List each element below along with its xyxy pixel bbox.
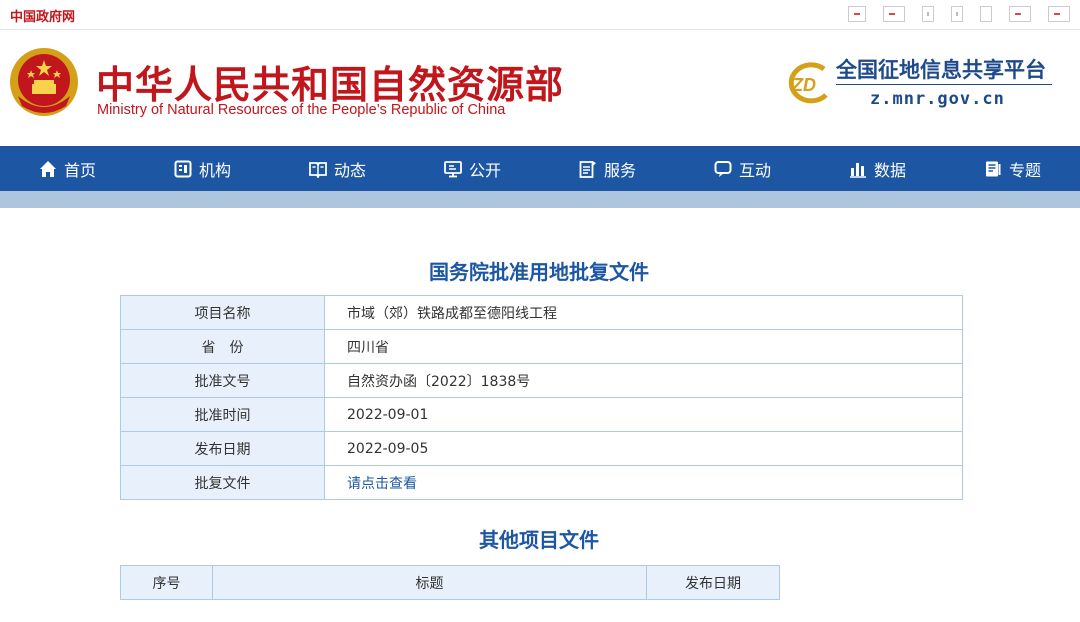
nav-band [0, 191, 1080, 208]
table-header-row: 序号 标题 发布日期 [120, 565, 780, 600]
zd-logo-text: ZD [791, 75, 816, 95]
nav-item-news[interactable]: 动态 [270, 157, 405, 181]
detail-key: 省 份 [120, 329, 325, 364]
table-row: 批准时间 2022-09-01 [120, 397, 963, 432]
table-row: 项目名称 市域（郊）铁路成都至德阳线工程 [120, 295, 963, 330]
platform-url[interactable]: z.mnr.gov.cn [870, 89, 1005, 109]
service-icon [579, 160, 596, 178]
detail-key: 项目名称 [120, 295, 325, 330]
column-header-date: 发布日期 [646, 565, 780, 600]
column-header-index: 序号 [120, 565, 213, 600]
weibo-icon[interactable] [1009, 6, 1031, 22]
gov-site-link[interactable]: 中国政府网 [10, 6, 75, 25]
nav-item-interact[interactable]: 互动 [675, 157, 810, 181]
table-row: 发布日期 2022-09-05 [120, 431, 963, 466]
detail-table: 项目名称 市域（郊）铁路成都至德阳线工程 省 份 四川省 批准文号 自然资办函〔… [120, 295, 963, 500]
chart-icon [849, 162, 866, 178]
nav-label: 公开 [468, 160, 501, 180]
top-bar: 中国政府网 [0, 0, 1080, 30]
detail-value: 市域（郊）铁路成都至德阳线工程 [324, 295, 963, 330]
nav-item-data[interactable]: 数据 [810, 157, 945, 181]
other-files-table: 序号 标题 发布日期 [120, 565, 780, 600]
nav-item-topic[interactable]: 专题 [945, 157, 1080, 181]
nav-label: 机构 [198, 160, 231, 180]
divider-icon [980, 6, 992, 22]
wechat-icon[interactable] [1048, 6, 1070, 22]
detail-heading: 国务院批准用地批复文件 [429, 260, 649, 284]
accessibility-icon[interactable] [848, 6, 866, 22]
table-row: 批复文件 请点击查看 [120, 465, 963, 500]
nav-label: 动态 [333, 160, 366, 180]
open-icon [444, 160, 462, 177]
detail-value: 四川省 [324, 329, 963, 364]
font-size-icon[interactable] [922, 6, 934, 22]
table-row: 批准文号 自然资办函〔2022〕1838号 [120, 363, 963, 398]
news-icon [309, 161, 327, 178]
national-emblem-icon [10, 48, 78, 116]
language-icon[interactable] [951, 6, 963, 22]
nav-item-org[interactable]: 机构 [135, 157, 270, 181]
top-tool-icons [831, 6, 1070, 22]
main-nav: 首页 机构 动态 公开 服务 互动 数据 专题 [0, 146, 1080, 191]
detail-value-cell: 请点击查看 [324, 465, 963, 500]
nav-item-home[interactable]: 首页 [0, 157, 135, 181]
nav-label: 互动 [738, 160, 771, 180]
site-title: 中华人民共和国自然资源部 [96, 63, 565, 107]
detail-value: 2022-09-05 [324, 431, 963, 466]
view-document-link[interactable]: 请点击查看 [347, 476, 417, 492]
nav-label: 首页 [63, 160, 96, 180]
zd-platform-logo-icon[interactable]: ZD [784, 61, 832, 105]
org-icon [174, 160, 192, 177]
mobile-icon[interactable] [883, 6, 905, 22]
detail-value: 自然资办函〔2022〕1838号 [324, 363, 963, 398]
nav-label: 数据 [873, 160, 906, 180]
topic-icon [985, 161, 1001, 176]
detail-value: 2022-09-01 [324, 397, 963, 432]
nav-label: 专题 [1008, 160, 1041, 180]
detail-key: 发布日期 [120, 431, 325, 466]
detail-key: 批准文号 [120, 363, 325, 398]
chat-icon [714, 160, 732, 177]
other-files-heading: 其他项目文件 [479, 528, 599, 552]
detail-key: 批准时间 [120, 397, 325, 432]
nav-item-open[interactable]: 公开 [405, 157, 540, 181]
column-header-title: 标题 [212, 565, 647, 600]
table-row: 省 份 四川省 [120, 329, 963, 364]
home-icon [39, 160, 56, 177]
platform-divider [836, 84, 1052, 85]
platform-title[interactable]: 全国征地信息共享平台 [836, 54, 1046, 84]
site-header: 中华人民共和国自然资源部 Ministry of Natural Resourc… [0, 30, 1080, 146]
detail-key: 批复文件 [120, 465, 325, 500]
main-content: 国务院批准用地批复文件 项目名称 市域（郊）铁路成都至德阳线工程 省 份 四川省… [0, 256, 1080, 600]
site-subtitle: Ministry of Natural Resources of the Peo… [97, 102, 506, 118]
nav-label: 服务 [603, 160, 636, 180]
nav-item-service[interactable]: 服务 [540, 157, 675, 181]
